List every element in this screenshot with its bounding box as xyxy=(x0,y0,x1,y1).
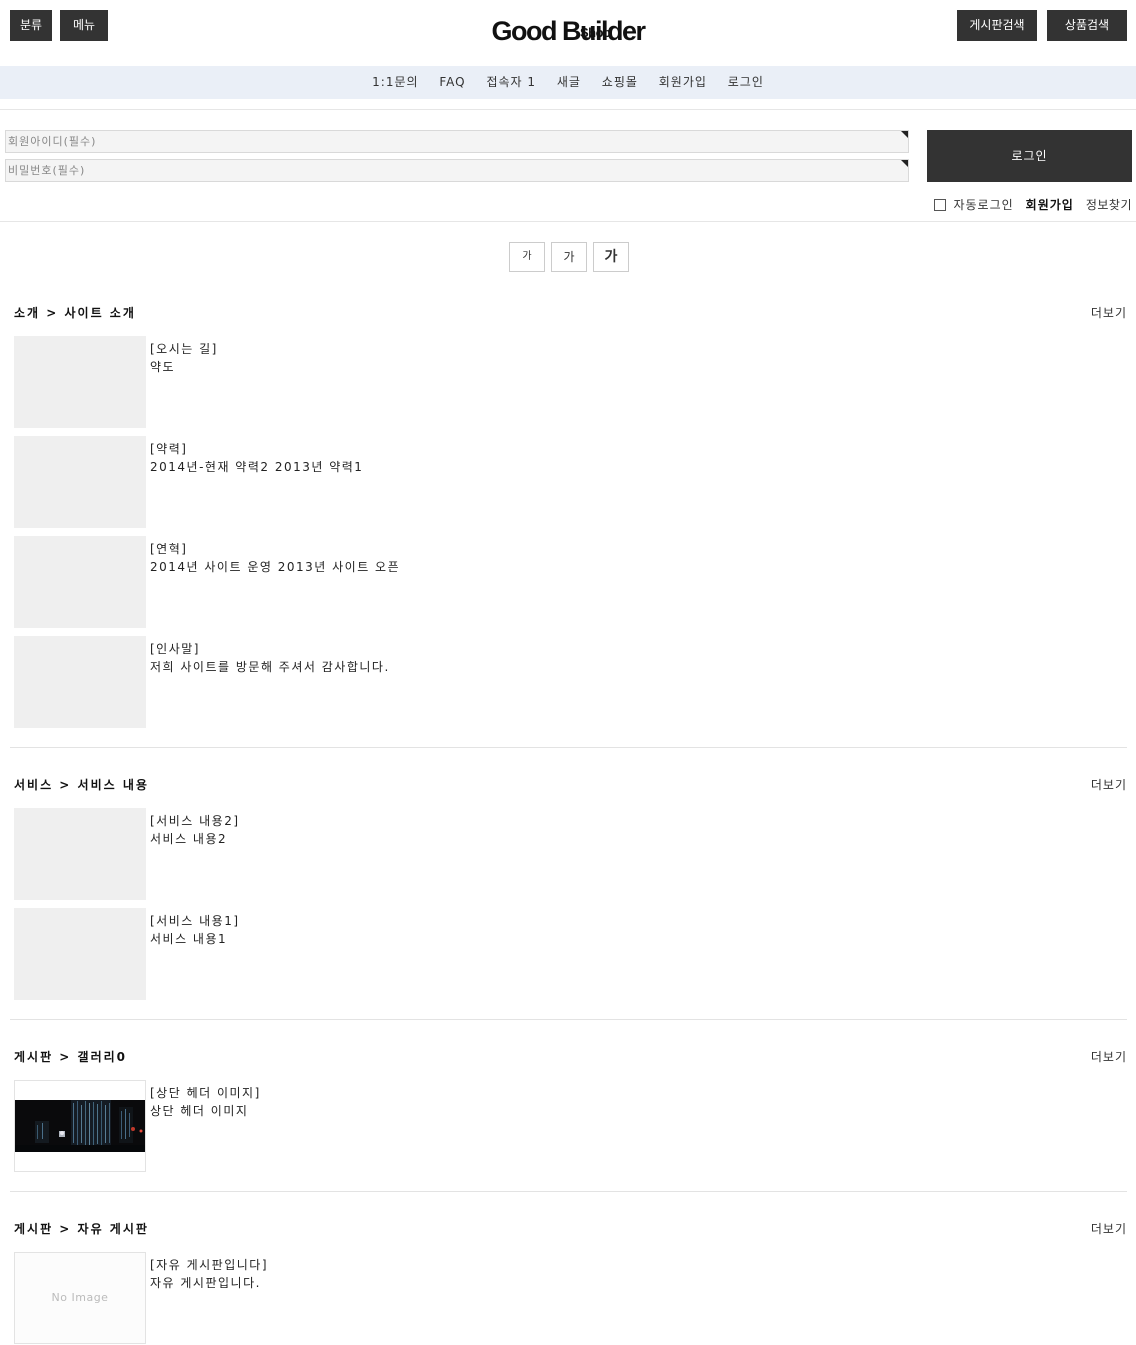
city-night-image xyxy=(15,1081,145,1171)
thumbnail[interactable] xyxy=(14,636,146,728)
item-desc: 서비스 내용1 xyxy=(150,932,228,946)
section-title[interactable]: 게시판 > 갤러리0 xyxy=(14,1048,127,1065)
nav-item-visitors[interactable]: 접속자 1 xyxy=(486,75,536,89)
nav-item-faq[interactable]: FAQ xyxy=(439,75,465,89)
thumbnail[interactable] xyxy=(14,908,146,1000)
auto-login-checkbox[interactable] xyxy=(934,198,947,211)
more-link[interactable]: 더보기 xyxy=(1091,776,1127,793)
item-desc: 상단 헤더 이미지 xyxy=(150,1104,249,1118)
section-title[interactable]: 소개 > 사이트 소개 xyxy=(14,304,136,321)
thumbnail[interactable] xyxy=(14,808,146,900)
section-divider xyxy=(10,747,1127,748)
item-desc: 저희 사이트를 방문해 주셔서 감사합니다. xyxy=(150,660,390,674)
section-service: 서비스 > 서비스 내용 더보기 [서비스 내용2] 서비스 내용2 [서비스 … xyxy=(10,776,1127,1006)
nav-item-login[interactable]: 로그인 xyxy=(728,75,764,89)
section-title[interactable]: 서비스 > 서비스 내용 xyxy=(14,776,149,793)
nav-item-join[interactable]: 회원가입 xyxy=(659,75,707,89)
item-desc: 서비스 내용2 xyxy=(150,832,228,846)
item-desc: 약도 xyxy=(150,360,176,374)
section-divider xyxy=(10,1019,1127,1020)
find-info-link[interactable]: 정보찾기 xyxy=(1086,196,1132,213)
more-link[interactable]: 더보기 xyxy=(1091,1220,1127,1237)
login-options: 자동로그인 회원가입 정보찾기 xyxy=(934,196,1132,213)
item-title[interactable]: [서비스 내용1] xyxy=(150,912,240,929)
font-large-button[interactable]: 가 xyxy=(593,242,629,272)
item-title[interactable]: [인사말] xyxy=(150,640,200,657)
board-search-button[interactable]: 게시판검색 xyxy=(957,10,1037,41)
section-gallery: 게시판 > 갤러리0 더보기 [상단 헤더 이미지] 상단 헤더 이미지 xyxy=(10,1048,1127,1178)
logo-subtext: Shop xyxy=(580,25,611,40)
login-box: 회원아이디(필수) 비밀번호(필수) 로그인 자동로그인 회원가입 정보찾기 xyxy=(0,110,1136,222)
font-size-controls: 가 가 가 xyxy=(509,242,635,272)
section-free-board: 게시판 > 자유 게시판 더보기 No Image [자유 게시판입니다] 자유… xyxy=(10,1220,1127,1345)
section-divider xyxy=(10,1191,1127,1192)
item-title[interactable]: [자유 게시판입니다] xyxy=(150,1256,268,1273)
section-site-intro: 소개 > 사이트 소개 더보기 [오시는 길] 약도 [약력] 2014년-현재… xyxy=(10,304,1127,734)
top-nav: 1:1문의 FAQ 접속자 1 새글 쇼핑몰 회원가입 로그인 xyxy=(0,66,1136,99)
product-search-button[interactable]: 상품검색 xyxy=(1047,10,1127,41)
join-link[interactable]: 회원가입 xyxy=(1026,196,1074,213)
nav-item-new-posts[interactable]: 새글 xyxy=(557,75,581,89)
nav-item-inquiry[interactable]: 1:1문의 xyxy=(372,75,418,89)
no-image-thumbnail[interactable]: No Image xyxy=(14,1252,146,1344)
header: 분류 메뉴 Good Builder Shop 게시판검색 상품검색 xyxy=(0,0,1136,66)
item-title[interactable]: [연혁] xyxy=(150,540,187,557)
logo-text: Good Builder xyxy=(491,16,647,46)
item-desc: 2014년 사이트 운영 2013년 사이트 오픈 xyxy=(150,560,401,574)
item-title[interactable]: [상단 헤더 이미지] xyxy=(150,1084,261,1101)
auto-login-label[interactable]: 자동로그인 xyxy=(953,196,1013,213)
more-link[interactable]: 더보기 xyxy=(1091,1048,1127,1065)
more-link[interactable]: 더보기 xyxy=(1091,304,1127,321)
item-title[interactable]: [약력] xyxy=(150,440,187,457)
nav-item-shop[interactable]: 쇼핑몰 xyxy=(602,75,638,89)
thumbnail[interactable] xyxy=(14,436,146,528)
font-small-button[interactable]: 가 xyxy=(509,242,545,272)
password-input[interactable]: 비밀번호(필수) xyxy=(5,159,909,182)
item-title[interactable]: [오시는 길] xyxy=(150,340,218,357)
item-desc: 2014년-현재 약력2 2013년 약력1 xyxy=(150,460,364,474)
thumbnail[interactable] xyxy=(14,336,146,428)
item-desc: 자유 게시판입니다. xyxy=(150,1276,261,1290)
login-button[interactable]: 로그인 xyxy=(927,130,1132,182)
header-image-thumbnail[interactable] xyxy=(14,1080,146,1172)
item-title[interactable]: [서비스 내용2] xyxy=(150,812,240,829)
thumbnail[interactable] xyxy=(14,536,146,628)
section-title[interactable]: 게시판 > 자유 게시판 xyxy=(14,1220,149,1237)
font-medium-button[interactable]: 가 xyxy=(551,242,587,272)
member-id-input[interactable]: 회원아이디(필수) xyxy=(5,130,909,153)
